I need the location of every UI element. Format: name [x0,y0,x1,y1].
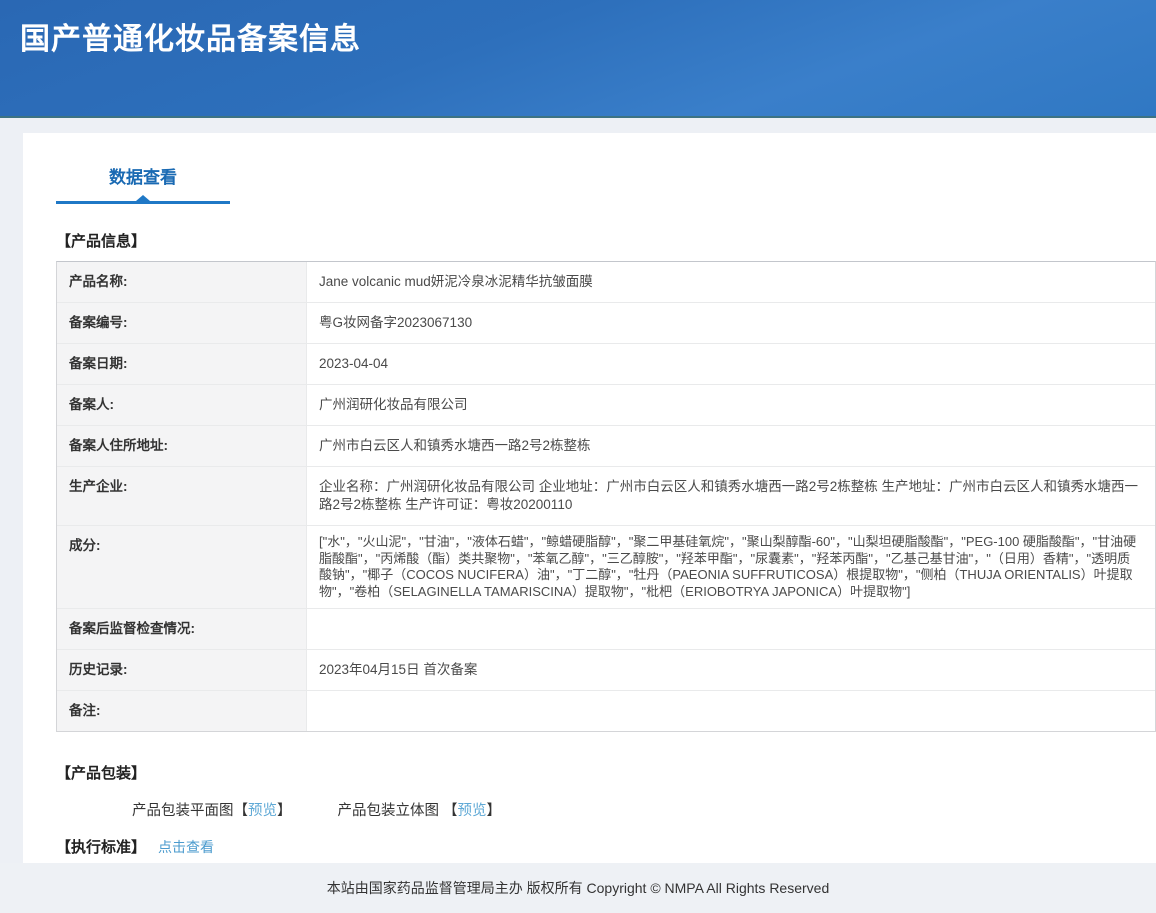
standards-heading: 【执行标准】 [56,836,146,857]
info-row-history: 历史记录: 2023年04月15日 首次备案 [57,650,1155,691]
row-value: 粤G妆网备字2023067130 [307,303,1155,343]
packaging-row: 产品包装平面图【预览】 产品包装立体图 【预览】 [132,799,1156,820]
content-area: 【产品信息】 产品名称: Jane volcanic mud妍泥冷泉冰泥精华抗皱… [56,230,1156,894]
row-label: 生产企业: [57,467,307,525]
standards-view-link[interactable]: 点击查看 [158,837,214,857]
row-label: 备案人住所地址: [57,426,307,466]
product-info-heading: 【产品信息】 [56,230,1156,251]
packaging-3d-item: 产品包装立体图 【预览】 [338,799,502,820]
product-info-table: 产品名称: Jane volcanic mud妍泥冷泉冰泥精华抗皱面膜 备案编号… [56,261,1156,732]
packaging-3d-preview-link[interactable]: 预览 [458,803,487,819]
info-row-manufacturer: 生产企业: 企业名称：广州润研化妆品有限公司 企业地址：广州市白云区人和镇秀水塘… [57,467,1155,526]
packaging-flat-preview-link[interactable]: 预览 [248,803,277,819]
row-label: 成分: [57,526,307,608]
info-row-remark: 备注: [57,691,1155,731]
row-value: 广州润研化妆品有限公司 [307,385,1155,425]
row-label: 历史记录: [57,650,307,690]
packaging-flat-item: 产品包装平面图【预览】 [132,799,292,820]
row-label: 备案人: [57,385,307,425]
bracket-close: 】 [487,803,502,819]
row-label: 备案后监督检查情况: [57,609,307,649]
row-label: 备案日期: [57,344,307,384]
page-header: 国产普通化妆品备案信息 [0,0,1156,118]
footer-text: 本站由国家药品监督管理局主办 版权所有 Copyright © NMPA All… [327,878,829,898]
packaging-flat-label: 产品包装平面图 [132,803,234,819]
row-value: ["水"，"火山泥"，"甘油"，"液体石蜡"，"鲸蜡硬脂醇"，"聚二甲基硅氧烷"… [307,526,1155,608]
row-value: Jane volcanic mud妍泥冷泉冰泥精华抗皱面膜 [307,262,1155,302]
row-value: 广州市白云区人和镇秀水塘西一路2号2栋整栋 [307,426,1155,466]
page-title: 国产普通化妆品备案信息 [20,14,1156,58]
info-row-registrant: 备案人: 广州润研化妆品有限公司 [57,385,1155,426]
bracket-open: 【 [234,803,249,819]
info-row-supervision: 备案后监督检查情况: [57,609,1155,650]
packaging-heading: 【产品包装】 [56,762,1156,783]
page-footer: 本站由国家药品监督管理局主办 版权所有 Copyright © NMPA All… [0,863,1156,913]
row-value: 企业名称：广州润研化妆品有限公司 企业地址：广州市白云区人和镇秀水塘西一路2号2… [307,467,1155,525]
info-row-registrant-address: 备案人住所地址: 广州市白云区人和镇秀水塘西一路2号2栋整栋 [57,426,1155,467]
row-label: 产品名称: [57,262,307,302]
tab-active-indicator [56,201,230,204]
row-value [307,691,1155,731]
bracket-open: 【 [443,803,458,819]
row-value [307,609,1155,649]
row-value: 2023-04-04 [307,344,1155,384]
info-row-ingredients: 成分: ["水"，"火山泥"，"甘油"，"液体石蜡"，"鲸蜡硬脂醇"，"聚二甲基… [57,526,1155,609]
info-row-product-name: 产品名称: Jane volcanic mud妍泥冷泉冰泥精华抗皱面膜 [57,262,1155,303]
info-row-record-number: 备案编号: 粤G妆网备字2023067130 [57,303,1155,344]
packaging-3d-label: 产品包装立体图 [338,803,444,819]
row-label: 备注: [57,691,307,731]
row-value: 2023年04月15日 首次备案 [307,650,1155,690]
info-row-record-date: 备案日期: 2023-04-04 [57,344,1155,385]
main-card: 数据查看 【产品信息】 产品名称: Jane volcanic mud妍泥冷泉冰… [23,133,1156,913]
standards-section: 【执行标准】 点击查看 [56,836,1156,857]
tab-data-view-label: 数据查看 [109,163,177,188]
tab-data-view[interactable]: 数据查看 [56,163,230,204]
row-label: 备案编号: [57,303,307,343]
bracket-close: 】 [277,803,292,819]
